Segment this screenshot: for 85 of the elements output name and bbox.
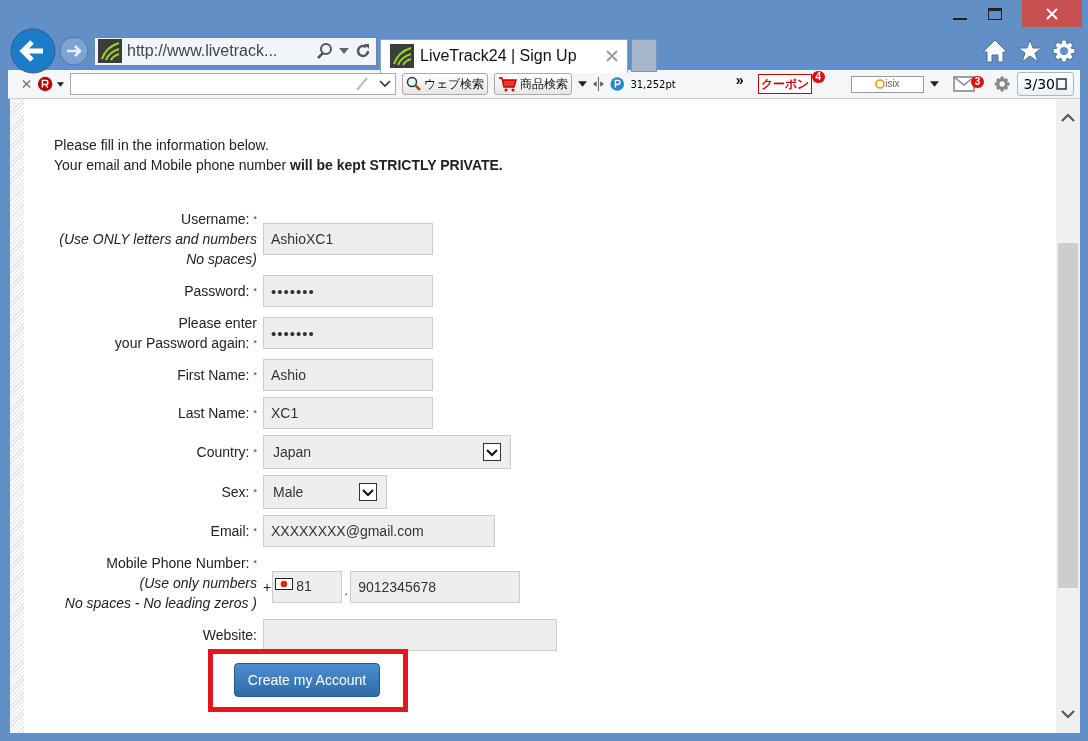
coupon-button[interactable]: クーポン [757,74,812,94]
site-logo-icon [390,44,414,68]
search-field[interactable] [70,73,397,95]
input-field[interactable]: AshioXC1 [263,223,433,255]
points-text[interactable]: 31,252pt [630,78,730,90]
web-search-button[interactable]: ウェブ検索 [402,73,489,95]
settings-icon[interactable] [994,75,1011,93]
date-button[interactable]: 3/30 [1016,72,1074,96]
field-label: your Password again: [114,335,250,351]
close-icon[interactable] [606,50,618,62]
field-label: First Name: [177,367,250,383]
field-label: Password: [184,283,250,299]
square-icon [1056,78,1067,90]
field-label: Country: [196,444,250,460]
more-chevron[interactable]: » [735,72,744,88]
separator-dot: . [343,584,349,598]
required-mark: * [253,370,257,380]
forward-icon[interactable] [59,36,89,66]
required-mark: * [253,526,257,536]
chevron-down-icon[interactable] [379,80,392,88]
address-bar[interactable]: http://www.livetrack... [94,36,377,66]
field-label: Website: [202,627,257,643]
required-mark: * [253,487,257,497]
field-label: Email: [210,523,250,539]
scroll-down-icon[interactable] [1061,709,1075,719]
input-field[interactable]: ••••••• [263,275,433,307]
scroll-thumb[interactable] [1058,243,1078,588]
cart-icon [498,76,519,92]
dropdown-caret-icon[interactable] [929,81,939,87]
required-mark: * [253,558,257,568]
select-field[interactable]: Japan [263,435,511,469]
url-text: http://www.livetrack... [127,42,279,60]
points-icon[interactable] [609,76,625,92]
input-field[interactable]: XC1 [263,397,433,429]
scroll-up-icon[interactable] [1061,113,1075,123]
required-mark: * [253,447,257,457]
back-icon[interactable] [10,28,56,74]
resize-handle-icon[interactable] [593,76,604,92]
mail-icon[interactable] [952,76,975,92]
chevron-down-icon [359,483,377,501]
dropdown-caret-icon[interactable] [578,81,588,87]
close-icon[interactable] [22,79,32,89]
product-search-button[interactable]: 商品検索 [494,73,573,95]
count-badge: 4 [811,71,826,83]
home-icon[interactable] [982,39,1008,63]
required-mark: * [253,286,257,296]
field-label: Username: [181,211,250,227]
ring-icon [875,79,886,89]
search-icon[interactable] [316,42,334,60]
required-mark: * [253,408,257,418]
create-account-button[interactable]: Create my Account [234,663,380,697]
phone-field[interactable]: 9012345678 [350,571,521,603]
field-label: Please enter [178,315,257,331]
field-label: Sex: [221,484,250,500]
required-mark: * [253,214,257,224]
logo-field[interactable]: isix [851,75,924,93]
search-icon [406,76,423,92]
required-mark: * [253,338,257,348]
country-code-field[interactable]: 81 [272,571,343,603]
browser-tab[interactable]: LiveTrack24 | Sign Up [380,38,628,73]
hint-text: (Use ONLY letters and numbers [58,230,257,249]
flag-icon [275,578,294,590]
close-button[interactable] [1022,0,1082,27]
hint-text: No spaces - No leading zeros ) [63,594,257,613]
settings-icon[interactable] [1052,39,1076,63]
close-icon [1045,6,1059,21]
input-field[interactable]: Ashio [263,359,433,391]
r-logo-icon[interactable] [37,75,65,93]
hint-text: (Use only numbers [138,574,257,593]
field-label: Mobile Phone Number: [106,555,250,571]
input-field[interactable]: ••••••• [263,317,433,349]
scrollbar[interactable] [1056,99,1080,733]
refresh-icon[interactable] [354,42,372,60]
input-field[interactable]: XXXXXXXX@gmail.com [263,515,495,547]
star-icon[interactable] [1017,39,1043,63]
chevron-down-icon [483,443,501,461]
brush-icon [355,77,370,91]
hint-text: No spaces) [185,250,257,269]
select-field[interactable]: Male [263,475,387,509]
plus-sign: + [263,579,272,595]
intro-text: Please fill in the information below. [54,136,270,155]
intro-text: Your email and Mobile phone number will be kept STRICTLY PRIVATE. [54,156,504,175]
field-label: Last Name: [177,405,250,421]
site-logo-icon [98,39,122,63]
input-field[interactable] [263,619,557,651]
